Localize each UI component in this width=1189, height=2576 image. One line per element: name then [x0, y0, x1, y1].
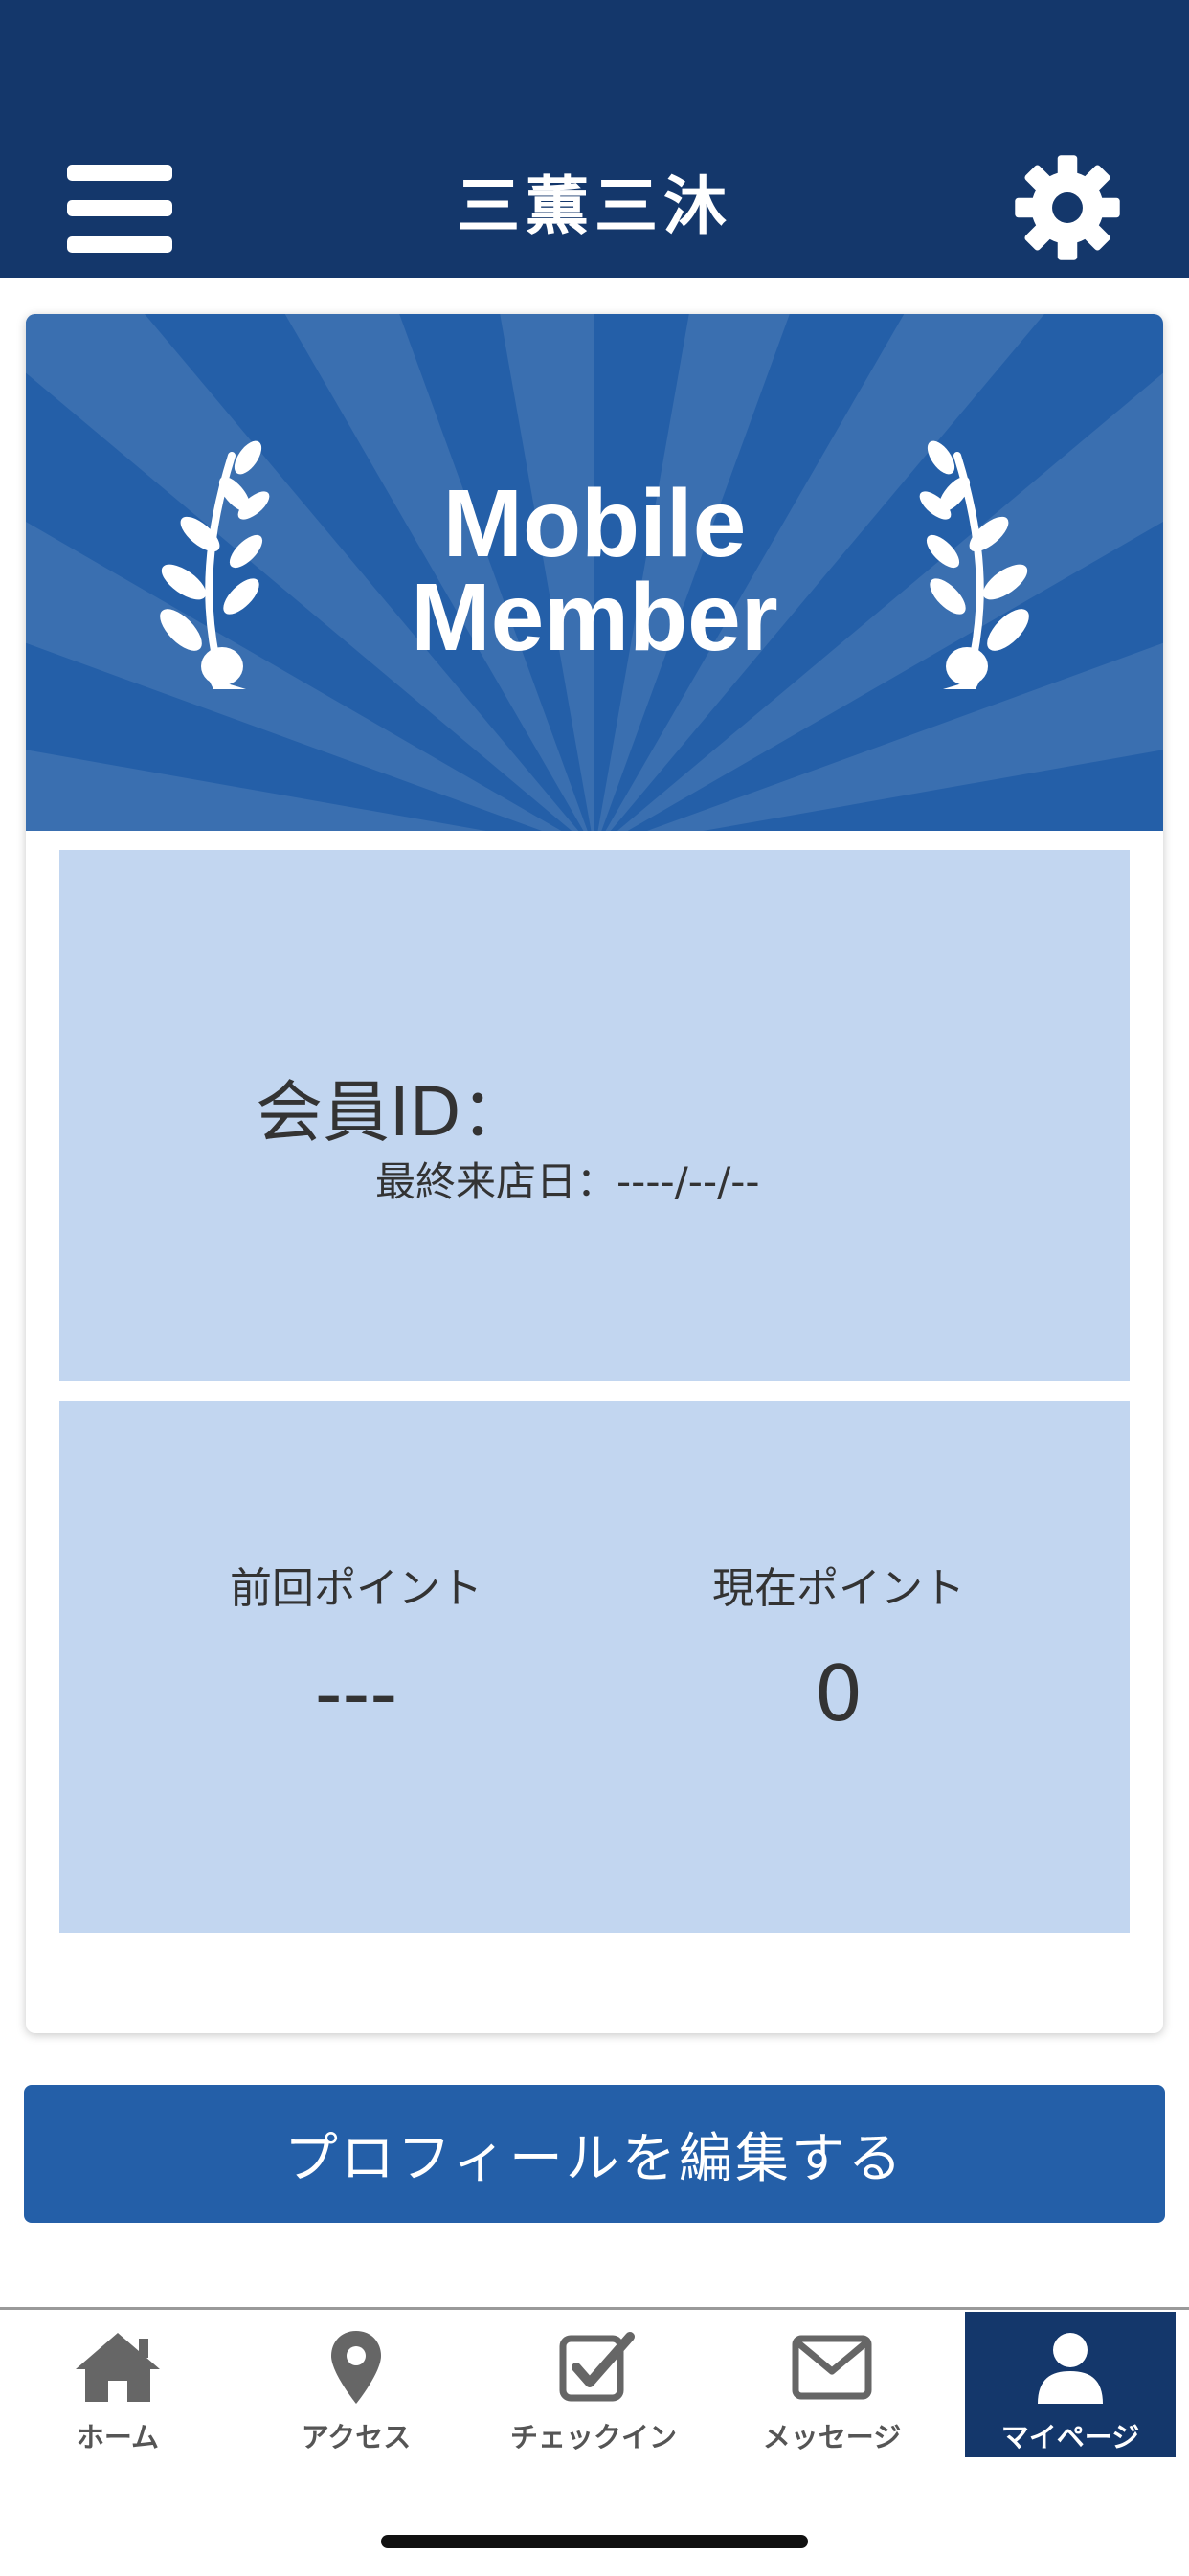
hamburger-menu-icon — [67, 165, 172, 181]
envelope-icon — [792, 2335, 872, 2400]
map-pin-icon — [331, 2331, 381, 2404]
tab-home[interactable]: ホーム — [12, 2312, 223, 2457]
last-visit-label: 最終来店日： — [375, 1158, 617, 1205]
previous-points: 前回ポイント --- — [165, 1560, 548, 1752]
member-card: Mobile Member 会員ID： 最終来店日：----/--/-- 前回ポ… — [26, 314, 1163, 2033]
previous-points-value: --- — [314, 1649, 398, 1738]
banner-title-line1: Mobile — [442, 470, 747, 577]
member-info-panel: 会員ID： 最終来店日：----/--/-- — [59, 850, 1130, 1381]
tab-mypage[interactable]: マイページ — [965, 2312, 1176, 2457]
current-points-label: 現在ポイント — [712, 1564, 965, 1613]
home-icon — [76, 2333, 160, 2402]
menu-button[interactable] — [67, 165, 172, 253]
tab-access-label: アクセス — [301, 2421, 412, 2453]
tab-message-label: メッセージ — [762, 2421, 902, 2453]
brand-logo-title: 三薫三沐 — [457, 168, 732, 243]
last-visit-value: ----/--/-- — [617, 1158, 760, 1205]
checkbox-icon — [559, 2332, 635, 2402]
app-header: 三薫三沐 — [0, 0, 1189, 278]
tab-checkin[interactable]: チェックイン — [488, 2312, 699, 2457]
current-points-value: 0 — [814, 1649, 864, 1738]
member-id: 会員ID： — [256, 1059, 538, 1155]
last-visit: 最終来店日：----/--/-- — [375, 1150, 760, 1208]
previous-points-label: 前回ポイント — [230, 1564, 482, 1613]
user-icon — [1038, 2333, 1103, 2404]
banner-title-line2: Member — [411, 564, 778, 671]
tab-message[interactable]: メッセージ — [727, 2312, 937, 2457]
member-id-label: 会員ID： — [256, 1073, 528, 1152]
edit-profile-button[interactable]: プロフィールを編集する — [24, 2085, 1165, 2223]
tab-access[interactable]: アクセス — [251, 2312, 461, 2457]
points-panel: 前回ポイント --- 現在ポイント 0 — [59, 1401, 1130, 1933]
tab-home-label: ホーム — [76, 2421, 160, 2453]
settings-button[interactable] — [1013, 153, 1122, 262]
tab-checkin-label: チェックイン — [509, 2421, 677, 2453]
home-indicator — [381, 2535, 808, 2548]
tab-mypage-label: マイページ — [1000, 2421, 1140, 2453]
member-banner: Mobile Member — [26, 314, 1163, 2033]
banner-title: Mobile Member — [26, 470, 1163, 671]
current-points: 現在ポイント 0 — [647, 1560, 1030, 1752]
gear-icon — [1015, 155, 1120, 260]
